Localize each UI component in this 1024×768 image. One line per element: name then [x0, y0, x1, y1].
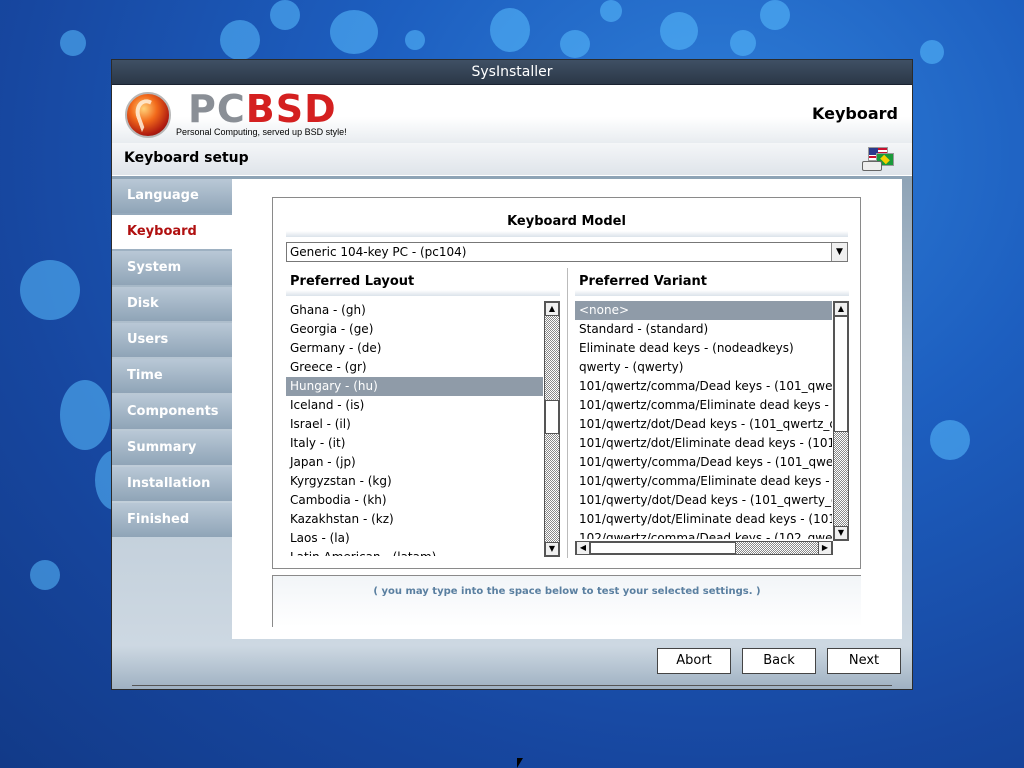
- abort-button[interactable]: Abort: [657, 648, 731, 674]
- logo-tagline: Personal Computing, served up BSD style!: [176, 127, 347, 137]
- variant-hscrollbar[interactable]: ◀ ▶: [575, 541, 833, 555]
- sidebar-item-finished[interactable]: Finished: [112, 503, 232, 537]
- installer-window: SysInstaller PCBSD Personal Computing, s…: [111, 59, 913, 690]
- keyboard-groupbox: Keyboard Model Generic 104-key PC - (pc1…: [272, 197, 861, 569]
- variant-list-item[interactable]: 101/qwertz/dot/Dead keys - (101_qwertz_d…: [575, 415, 832, 434]
- sidebar-item-disk[interactable]: Disk: [112, 287, 232, 321]
- keyboard-model-value: Generic 104-key PC - (pc104): [290, 245, 467, 259]
- variant-scroll-thumb[interactable]: [834, 316, 848, 432]
- back-button[interactable]: Back: [742, 648, 816, 674]
- test-area: ( you may type into the space below to t…: [272, 575, 861, 627]
- sidebar-item-installation[interactable]: Installation: [112, 467, 232, 501]
- layout-list-item[interactable]: Greece - (gr): [286, 358, 543, 377]
- variant-list-item[interactable]: 101/qwertz/dot/Eliminate dead keys - (10…: [575, 434, 832, 453]
- layout-list-item[interactable]: Ghana - (gh): [286, 301, 543, 320]
- content-area: Language Keyboard System Disk Users Time…: [112, 176, 912, 646]
- keyboard-model-select[interactable]: Generic 104-key PC - (pc104) ▼: [286, 242, 848, 262]
- scroll-down-icon[interactable]: ▼: [545, 542, 559, 556]
- scroll-up-icon[interactable]: ▲: [834, 302, 848, 316]
- scroll-left-icon[interactable]: ◀: [576, 541, 590, 555]
- keyboard-test-input[interactable]: [273, 600, 861, 627]
- section-heading: Keyboard setup: [124, 150, 249, 166]
- variant-list-item[interactable]: Standard - (standard): [575, 320, 832, 339]
- chevron-down-icon[interactable]: ▼: [831, 243, 847, 261]
- sidebar-item-time[interactable]: Time: [112, 359, 232, 393]
- mouse-cursor-icon: [517, 758, 523, 768]
- scroll-down-icon[interactable]: ▼: [834, 526, 848, 540]
- layout-scrollbar[interactable]: ▲ ▼: [544, 301, 560, 557]
- layout-list-item[interactable]: Kyrgyzstan - (kg): [286, 472, 543, 491]
- variant-list-item[interactable]: 101/qwerty/dot/Dead keys - (101_qwerty_d…: [575, 491, 832, 510]
- variant-list-item[interactable]: <none>: [575, 301, 832, 320]
- sidebar: Language Keyboard System Disk Users Time…: [112, 179, 232, 539]
- next-button[interactable]: Next: [827, 648, 901, 674]
- footer-divider: [132, 685, 892, 686]
- variant-list-item[interactable]: 101/qwerty/dot/Eliminate dead keys - (10…: [575, 510, 832, 529]
- variant-list-item[interactable]: 101/qwerty/comma/Dead keys - (101_qwerty…: [575, 453, 832, 472]
- preferred-layout-title: Preferred Layout: [290, 274, 415, 289]
- layout-list-item[interactable]: Japan - (jp): [286, 453, 543, 472]
- sidebar-item-language[interactable]: Language: [112, 179, 232, 213]
- layout-list-item[interactable]: Italy - (it): [286, 434, 543, 453]
- variant-list-item[interactable]: Eliminate dead keys - (nodeadkeys): [575, 339, 832, 358]
- sidebar-item-keyboard[interactable]: Keyboard: [112, 215, 232, 249]
- variant-list-item[interactable]: 102/qwertz/comma/Dead keys - (102_qwertz…: [575, 529, 832, 539]
- layout-list-item[interactable]: Israel - (il): [286, 415, 543, 434]
- layout-list-item[interactable]: Georgia - (ge): [286, 320, 543, 339]
- layout-list-item[interactable]: Laos - (la): [286, 529, 543, 548]
- variant-list-item[interactable]: 101/qwertz/comma/Dead keys - (101_qwertz…: [575, 377, 832, 396]
- keyboard-flags-icon: [862, 147, 896, 173]
- header-banner: PCBSD Personal Computing, served up BSD …: [112, 85, 912, 143]
- page-title: Keyboard: [812, 104, 898, 123]
- layout-list-item[interactable]: Germany - (de): [286, 339, 543, 358]
- sidebar-item-system[interactable]: System: [112, 251, 232, 285]
- scroll-right-icon[interactable]: ▶: [818, 541, 832, 555]
- logo-pc-text: PC: [188, 87, 246, 131]
- variant-hscroll-thumb[interactable]: [590, 542, 736, 554]
- layout-scroll-thumb[interactable]: [545, 400, 559, 434]
- layout-list-item[interactable]: Hungary - (hu): [286, 377, 543, 396]
- layout-list-item[interactable]: Kazakhstan - (kz): [286, 510, 543, 529]
- variant-list-item[interactable]: 101/qwerty/comma/Eliminate dead keys - (…: [575, 472, 832, 491]
- subheader: Keyboard setup: [112, 143, 912, 175]
- logo-bsd-text: BSD: [245, 87, 337, 131]
- scroll-up-icon[interactable]: ▲: [545, 302, 559, 316]
- variant-list-item[interactable]: qwerty - (qwerty): [575, 358, 832, 377]
- layout-list-item[interactable]: Latin American - (latam): [286, 548, 543, 556]
- variant-list-item[interactable]: 101/qwertz/comma/Eliminate dead keys - (…: [575, 396, 832, 415]
- column-separator: [567, 268, 568, 558]
- layout-list-item[interactable]: Iceland - (is): [286, 396, 543, 415]
- sidebar-item-users[interactable]: Users: [112, 323, 232, 357]
- footer: Abort Back Next: [112, 646, 912, 689]
- window-title: SysInstaller: [112, 60, 912, 85]
- sidebar-item-summary[interactable]: Summary: [112, 431, 232, 465]
- keyboard-model-title: Keyboard Model: [507, 214, 626, 229]
- variant-listbox[interactable]: <none> Standard - (standard) Eliminate dea…: [575, 301, 832, 539]
- test-hint: ( you may type into the space below to t…: [373, 586, 761, 597]
- layout-listbox[interactable]: Ghana - (gh) Georgia - (ge) Germany - (de)…: [286, 301, 543, 556]
- logo-text: PCBSD: [188, 89, 337, 129]
- variant-scrollbar[interactable]: ▲ ▼: [833, 301, 849, 541]
- preferred-variant-title: Preferred Variant: [579, 274, 707, 289]
- keyboard-panel: Keyboard Model Generic 104-key PC - (pc1…: [232, 179, 902, 639]
- sidebar-item-components[interactable]: Components: [112, 395, 232, 429]
- layout-list-item[interactable]: Cambodia - (kh): [286, 491, 543, 510]
